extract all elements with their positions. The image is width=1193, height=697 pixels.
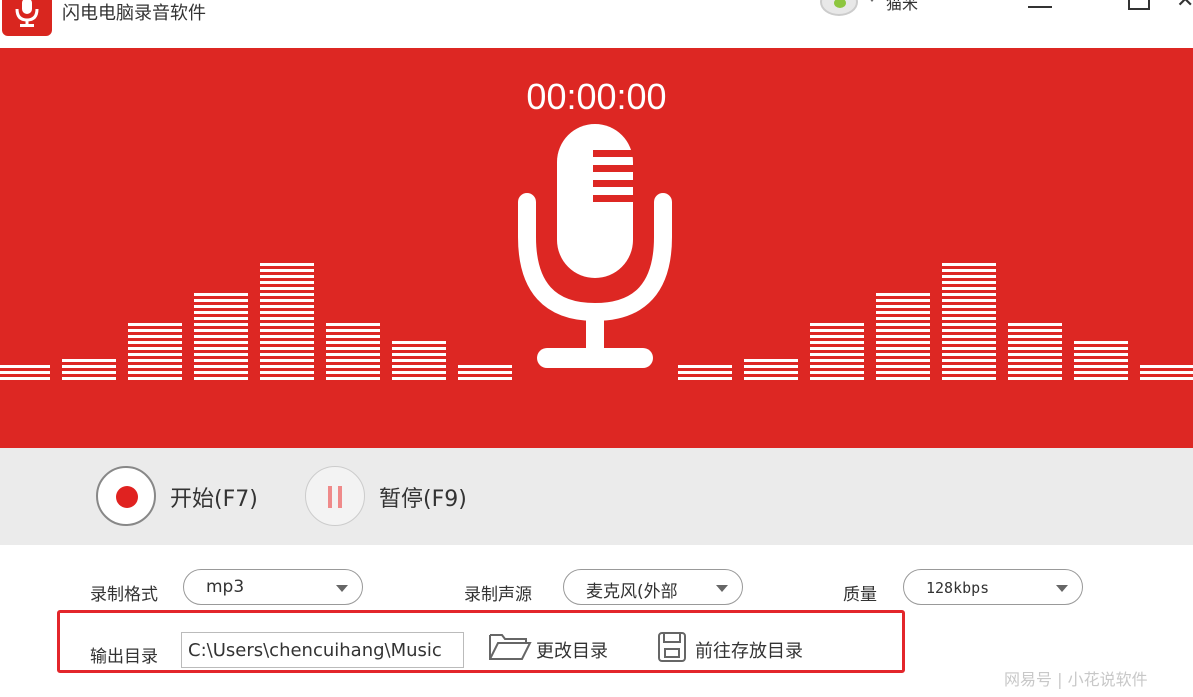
equalizer-bar [1140,362,1193,380]
equalizer-bar [876,290,930,380]
maximize-button[interactable] [1128,0,1150,10]
record-button[interactable] [96,466,156,526]
equalizer-bar [0,362,50,380]
output-path-value: C:\Users\chencuihang\Music [188,640,442,661]
format-select[interactable]: mp3 [183,569,363,605]
change-directory-label: 更改目录 [536,641,608,662]
format-label: 录制格式 [90,585,158,605]
user-name[interactable]: 猫米 [886,0,918,14]
quality-value: 128kbps [926,579,990,597]
minimize-button[interactable] [1028,6,1052,8]
equalizer-bar [194,290,248,380]
equalizer-bar [326,320,380,380]
app-logo-icon [2,0,52,36]
recording-visualizer: 00:00:00 [0,48,1193,448]
pause-button[interactable] [305,466,365,526]
equalizer-bar [744,356,798,380]
equalizer-bar [392,338,446,380]
title-bar: 闪电电脑录音软件 猫米 ✕ [0,0,1193,48]
equalizer-bar [1008,320,1062,380]
microphone-icon [518,124,672,368]
source-select[interactable]: 麦克风(外部 [563,569,743,605]
chevron-down-icon [716,585,728,592]
chevron-down-icon [336,585,348,592]
equalizer-bar [942,260,996,380]
equalizer-bar [128,320,182,380]
source-label: 录制声源 [464,585,532,605]
equalizer-bar [810,320,864,380]
user-avatar[interactable] [820,0,858,16]
equalizer-bar [458,362,512,380]
equalizer-bar [1074,338,1128,380]
chevron-down-icon [1056,585,1068,592]
start-label[interactable]: 开始(F7) [170,481,258,513]
app-title: 闪电电脑录音软件 [62,3,206,24]
equalizer-bar [62,356,116,380]
pause-label[interactable]: 暂停(F9) [379,481,467,513]
settings-panel: 录制格式 mp3 录制声源 麦克风(外部 质量 128kbps 输出目录 C:\… [0,545,1193,697]
equalizer-bar [260,260,314,380]
output-path-field[interactable]: C:\Users\chencuihang\Music [181,632,464,668]
quality-select[interactable]: 128kbps [903,569,1083,605]
folder-icon [489,634,532,660]
change-directory-button[interactable]: 更改目录 [488,631,618,665]
open-directory-button[interactable]: 前往存放目录 [657,631,817,665]
control-bar: 开始(F7) 暂停(F9) [0,448,1193,545]
quality-label: 质量 [843,585,877,605]
close-button[interactable]: ✕ [1176,0,1193,13]
source-value: 麦克风(外部 [586,582,678,602]
open-directory-label: 前往存放目录 [695,641,803,662]
watermark: 网易号 | 小花说软件 [1004,670,1148,689]
save-icon [658,632,686,662]
recording-timer: 00:00:00 [526,76,667,117]
output-label: 输出目录 [90,647,158,667]
equalizer-bar [678,362,732,380]
user-menu-chevron-down-icon[interactable] [866,0,878,2]
format-value: mp3 [206,577,245,597]
